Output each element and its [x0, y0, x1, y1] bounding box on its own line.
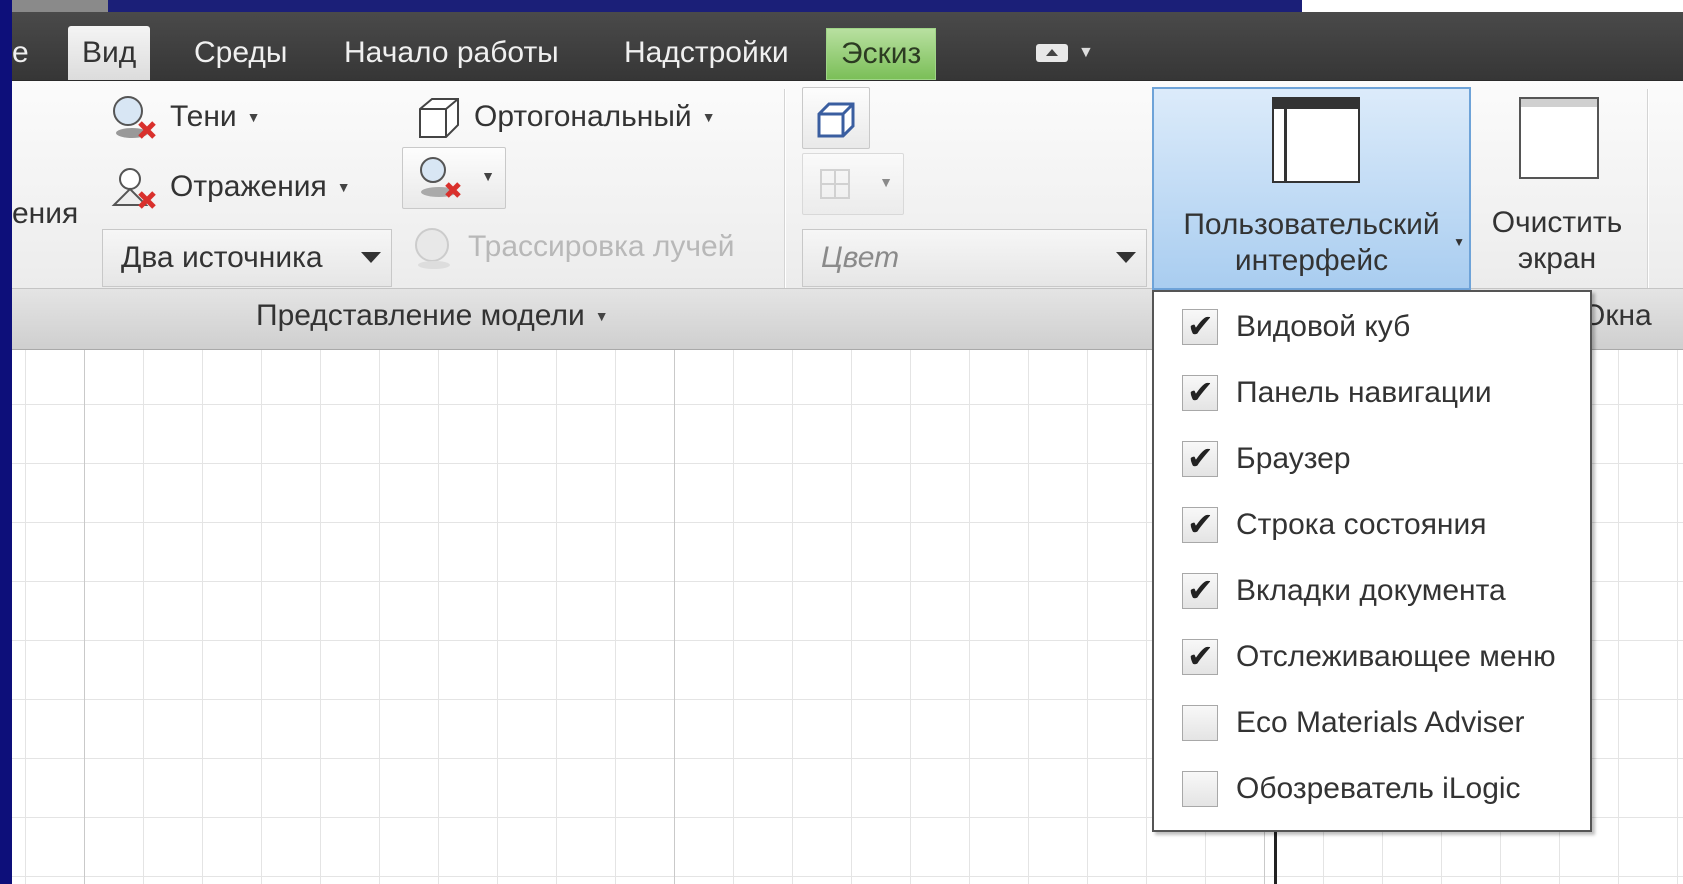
menu-item-label: Панель навигации [1236, 376, 1492, 409]
menu-item-viewcube[interactable]: ✔ Видовой куб [1154, 294, 1590, 360]
chevron-down-icon: ▼ [594, 308, 609, 324]
check-icon: ✔ [1187, 506, 1214, 542]
tab-environments[interactable]: Среды [180, 26, 301, 80]
chevron-down-icon: ▼ [481, 168, 495, 184]
title-strip-light [1302, 0, 1683, 12]
checkbox[interactable] [1182, 771, 1218, 807]
title-strip [12, 0, 1683, 12]
menu-item-status-bar[interactable]: ✔ Строка состояния [1154, 492, 1590, 558]
cube-icon [419, 98, 459, 138]
menu-item-ilogic-browser[interactable]: Обозреватель iLogic [1154, 756, 1590, 822]
checkbox[interactable]: ✔ [1182, 308, 1218, 345]
menu-item-eco-materials[interactable]: Eco Materials Adviser [1154, 690, 1590, 756]
ribbon-toggle-icon [1036, 44, 1068, 62]
user-interface-label: Пользовательский интерфейс [1183, 208, 1440, 277]
checkbox[interactable]: ✔ [1182, 506, 1218, 543]
color-combo[interactable]: Цвет [802, 229, 1147, 287]
windows-panel-title: Окна [1582, 299, 1652, 332]
checkbox[interactable]: ✔ [1182, 440, 1218, 477]
menu-item-label: Обозреватель iLogic [1236, 772, 1521, 805]
reflections-label: Отражения [170, 170, 327, 203]
menu-item-label: Eco Materials Adviser [1236, 706, 1525, 739]
chevron-down-icon [361, 252, 381, 263]
title-strip-segment [12, 0, 108, 12]
grid-tool-icon [820, 169, 850, 199]
check-icon: ✔ [1187, 374, 1214, 410]
ray-tracing-icon [415, 228, 450, 269]
panel-divider [1647, 89, 1648, 289]
ray-tracing-button[interactable]: Трассировка лучей [410, 223, 734, 271]
ribbon-tab-bar: е Вид Среды Начало работы Надстройки Эск… [12, 12, 1683, 81]
color-combo-value: Цвет [821, 241, 900, 274]
menu-item-browser[interactable]: ✔ Браузер [1154, 426, 1590, 492]
tab-view[interactable]: Вид [68, 26, 151, 80]
chevron-down-icon: ▼ [246, 109, 261, 125]
tab-add-ins[interactable]: Надстройки [610, 26, 803, 80]
check-icon: ✔ [1187, 308, 1214, 344]
tab-get-started[interactable]: Начало работы [330, 26, 573, 80]
menu-item-marking-menu[interactable]: ✔ Отслеживающее меню [1154, 624, 1590, 690]
reflections-button[interactable]: Отражения ▼ [108, 161, 351, 213]
panel-divider [784, 89, 785, 289]
checkbox[interactable]: ✔ [1182, 638, 1218, 675]
check-icon: ✔ [1187, 638, 1214, 674]
tab-partial[interactable]: е [12, 26, 43, 80]
user-interface-button[interactable]: Пользовательский интерфейс ▼ [1152, 87, 1471, 290]
chevron-down-icon: ▼ [1453, 235, 1465, 249]
checkbox[interactable]: ✔ [1182, 572, 1218, 609]
check-icon: ✔ [1187, 440, 1214, 476]
menu-item-label: Отслеживающее меню [1236, 640, 1556, 673]
app-window: е Вид Среды Начало работы Надстройки Эск… [12, 0, 1683, 884]
visual-style-split-button[interactable]: ▼ [402, 147, 506, 209]
user-interface-menu: ✔ Видовой куб ✔ Панель навигации ✔ Брауз… [1152, 290, 1592, 832]
appearance-split-button[interactable]: ▼ [802, 153, 904, 215]
orthographic-button[interactable]: Ортогональный ▼ [412, 91, 716, 143]
check-icon: ✔ [1187, 572, 1214, 608]
panel-title-label: Представление модели [256, 299, 585, 332]
menu-item-label: Вкладки документа [1236, 574, 1506, 607]
chevron-down-icon [1116, 252, 1136, 263]
chevron-down-icon: ▼ [701, 109, 716, 125]
minimize-ribbon-button[interactable]: ▼ [1022, 26, 1108, 80]
model-representation-panel-title[interactable]: Представление модели ▼ [256, 299, 609, 333]
menu-item-document-tabs[interactable]: ✔ Вкладки документа [1154, 558, 1590, 624]
clear-screen-label: Очистить экран [1491, 206, 1623, 275]
checkbox[interactable] [1182, 705, 1218, 741]
menu-item-navigation-bar[interactable]: ✔ Панель навигации [1154, 360, 1590, 426]
chevron-down-icon: ▼ [1078, 44, 1094, 61]
visual-style-icon [420, 157, 461, 198]
checkbox[interactable]: ✔ [1182, 374, 1218, 411]
chevron-down-icon: ▼ [336, 179, 351, 195]
menu-item-label: Строка состояния [1236, 508, 1487, 541]
clear-screen-button[interactable]: Очистить экран [1477, 87, 1637, 287]
ray-tracing-label: Трассировка лучей [468, 230, 735, 263]
shadows-label: Тени [170, 100, 237, 133]
orthographic-label: Ортогональный [474, 100, 692, 133]
reflections-icon [111, 168, 156, 209]
lighting-style-value: Два источника [121, 241, 323, 274]
chevron-down-icon: ▼ [879, 174, 893, 190]
shadows-icon [113, 96, 156, 139]
menu-item-label: Браузер [1236, 442, 1351, 475]
shadows-button[interactable]: Тени ▼ [108, 91, 261, 143]
partial-label: ения [12, 197, 79, 230]
window-icon [1519, 97, 1599, 179]
lighting-style-combo[interactable]: Два источника [102, 229, 392, 287]
menu-item-label: Видовой куб [1236, 310, 1411, 343]
box-icon [817, 102, 855, 138]
appearance-button[interactable] [802, 87, 870, 149]
tab-sketch[interactable]: Эскиз [826, 28, 937, 80]
window-layout-icon [1272, 97, 1360, 183]
